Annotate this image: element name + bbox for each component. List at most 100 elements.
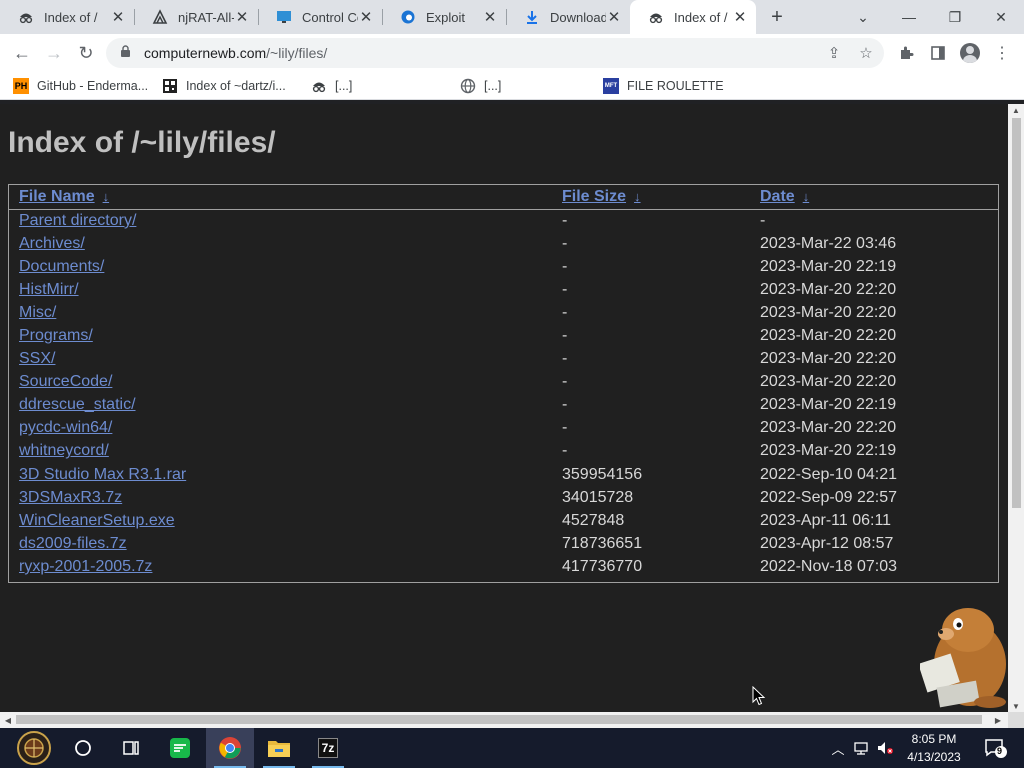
lock-icon[interactable]	[120, 45, 134, 61]
file-name-cell: ryxp-2001-2005.7z	[9, 555, 552, 578]
close-icon[interactable]: ✕	[110, 8, 126, 26]
sort-by-date-link[interactable]: Date	[760, 188, 795, 205]
close-icon[interactable]: ✕	[358, 8, 374, 26]
table-row: SourceCode/ - 2023-Mar-20 22:20	[9, 371, 998, 394]
file-link[interactable]: HistMirr/	[19, 281, 79, 298]
file-link[interactable]: Misc/	[19, 304, 56, 321]
table-row: ddrescue_static/ - 2023-Mar-20 22:19	[9, 394, 998, 417]
show-hidden-icons-chevron-icon[interactable]: ︿	[828, 728, 848, 768]
spy-icon	[648, 9, 664, 25]
bookmark-index-dartz[interactable]: Index of ~dartz/i...	[162, 76, 286, 96]
file-size-cell: -	[562, 419, 568, 437]
star-icon[interactable]: ☆	[856, 44, 876, 62]
horizontal-scroll-thumb[interactable]	[16, 715, 982, 724]
back-button[interactable]: ←	[9, 40, 35, 66]
sort-arrow-icon[interactable]: ↓	[803, 189, 810, 204]
sort-arrow-icon[interactable]: ↓	[103, 189, 110, 204]
vertical-scrollbar[interactable]: ▲ ▼	[1008, 104, 1024, 712]
tab-index-of-1[interactable]: Index of / ✕	[0, 0, 134, 34]
file-name-cell: WinCleanerSetup.exe	[9, 509, 552, 532]
table-row: Parent directory/ - -	[9, 209, 998, 232]
vertical-scroll-thumb[interactable]	[1012, 118, 1021, 508]
file-link[interactable]: ds2009-files.7z	[19, 535, 127, 552]
tab-njrat[interactable]: njRAT-All- ✕	[134, 0, 258, 34]
close-icon[interactable]: ✕	[482, 8, 498, 26]
file-link[interactable]: 3DSMaxR3.7z	[19, 489, 122, 506]
file-link[interactable]: SourceCode/	[19, 373, 112, 390]
file-size-cell: 417736770	[562, 557, 643, 575]
file-date-cell: 2023-Mar-20 22:19	[760, 442, 897, 460]
table-row: 3DSMaxR3.7z 34015728 2022-Sep-09 22:57	[9, 486, 998, 509]
profile-avatar[interactable]	[958, 41, 982, 65]
tab-downloads[interactable]: Downloads ✕	[506, 0, 630, 34]
file-date-cell: 2023-Mar-20 22:20	[760, 419, 897, 437]
ph-icon: PH	[13, 78, 29, 94]
edge-like-icon	[400, 9, 416, 25]
sort-arrow-icon[interactable]: ↓	[634, 189, 641, 204]
gamepad-app-icon[interactable]	[156, 728, 204, 768]
scroll-right-arrow-icon[interactable]: ▶	[992, 714, 1004, 726]
file-link[interactable]: ddrescue_static/	[19, 396, 136, 413]
file-size-cell: -	[562, 211, 568, 229]
restore-button[interactable]: ❐	[932, 0, 978, 34]
file-size-cell: -	[562, 396, 568, 414]
share-icon[interactable]: ⇪	[824, 44, 844, 62]
volume-muted-icon[interactable]	[874, 728, 896, 768]
bookmark-3[interactable]: [...]	[311, 76, 352, 96]
bookmark-4[interactable]: [...]	[460, 76, 501, 96]
close-icon[interactable]: ✕	[234, 8, 250, 26]
file-name-cell: Programs/	[9, 324, 552, 347]
scroll-down-arrow-icon[interactable]: ▼	[1008, 700, 1024, 712]
file-size-cell: -	[562, 442, 568, 460]
scrollbar-corner	[1008, 712, 1024, 728]
new-tab-button[interactable]: +	[765, 5, 789, 29]
extensions-icon[interactable]	[894, 41, 918, 65]
cortana-icon[interactable]	[59, 728, 107, 768]
file-link[interactable]: 3D Studio Max R3.1.rar	[19, 466, 186, 483]
address-bar[interactable]: computernewb.com/~lily/files/ ⇪ ☆	[106, 38, 884, 68]
file-link[interactable]: Archives/	[19, 235, 85, 252]
file-link[interactable]: Documents/	[19, 258, 104, 275]
close-window-button[interactable]: ✕	[978, 0, 1024, 34]
file-name-cell: 3DSMaxR3.7z	[9, 486, 552, 509]
tab-label: Control Co	[302, 9, 358, 25]
tab-index-of-active[interactable]: Index of / ✕	[630, 0, 756, 34]
tab-control[interactable]: Control Co ✕	[258, 0, 382, 34]
mft-icon: MFT	[603, 78, 619, 94]
horizontal-scrollbar[interactable]: ◀ ▶	[0, 712, 1008, 728]
file-date-cell: 2023-Mar-20 22:20	[760, 373, 897, 391]
tab-search-icon[interactable]: ⌄	[840, 0, 886, 34]
tab-exploit[interactable]: Exploit ✕	[382, 0, 506, 34]
bookmark-label: Index of ~dartz/i...	[186, 79, 286, 93]
task-view-icon[interactable]	[107, 728, 155, 768]
file-link[interactable]: SSX/	[19, 350, 55, 367]
action-center-icon[interactable]: 9	[982, 728, 1010, 768]
file-explorer-icon[interactable]	[255, 728, 303, 768]
sort-by-name-link[interactable]: File Name	[19, 188, 95, 205]
close-icon[interactable]: ✕	[606, 8, 622, 26]
network-icon[interactable]	[850, 728, 872, 768]
scroll-up-arrow-icon[interactable]: ▲	[1008, 104, 1024, 116]
side-panel-icon[interactable]	[926, 41, 950, 65]
file-link[interactable]: Programs/	[19, 327, 93, 344]
file-link[interactable]: pycdc-win64/	[19, 419, 112, 436]
file-date-cell: 2023-Mar-20 22:20	[760, 280, 897, 298]
mouse-cursor-icon	[752, 686, 766, 706]
close-icon[interactable]: ✕	[732, 8, 748, 26]
bookmark-file-roulette[interactable]: MFT FILE ROULETTE	[603, 76, 724, 96]
file-link[interactable]: whitneycord/	[19, 442, 109, 459]
minimize-button[interactable]: —	[886, 0, 932, 34]
menu-kebab-icon[interactable]: ⋮	[990, 41, 1014, 65]
start-orb-icon[interactable]	[10, 728, 58, 768]
taskbar-clock[interactable]: 8:05 PM 4/13/2023	[900, 730, 968, 766]
file-link[interactable]: ryxp-2001-2005.7z	[19, 558, 152, 575]
scroll-left-arrow-icon[interactable]: ◀	[2, 714, 14, 726]
forward-button[interactable]: →	[41, 40, 67, 66]
7zip-taskbar-icon[interactable]: 7z	[304, 728, 352, 768]
sort-by-size-link[interactable]: File Size	[562, 188, 626, 205]
chrome-taskbar-icon[interactable]	[206, 728, 254, 768]
reload-button[interactable]: ↻	[73, 40, 99, 66]
file-link[interactable]: Parent directory/	[19, 212, 136, 229]
file-link[interactable]: WinCleanerSetup.exe	[19, 512, 175, 529]
bookmark-github[interactable]: PH GitHub - Enderma...	[13, 76, 148, 96]
